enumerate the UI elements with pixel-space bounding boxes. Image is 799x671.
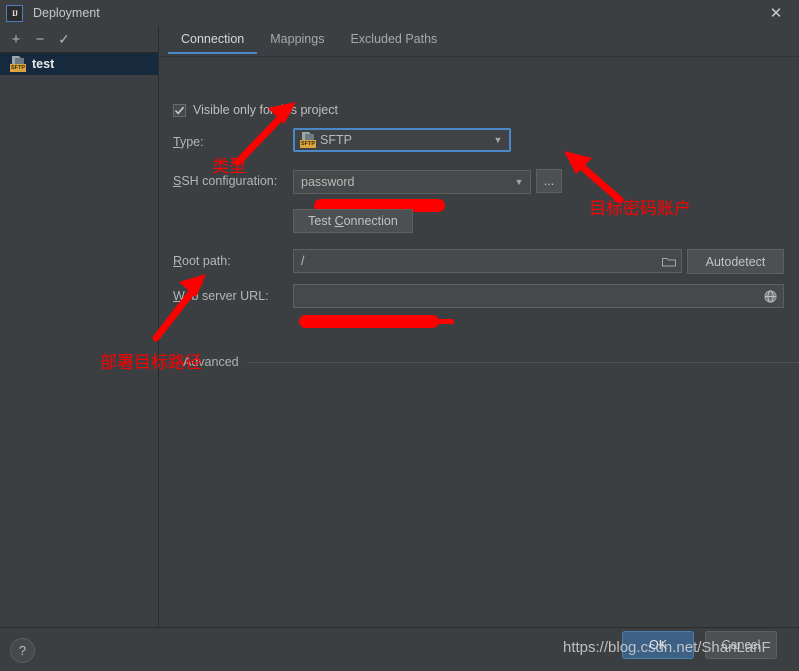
server-name-label: test xyxy=(32,57,55,71)
advanced-label: Advanced xyxy=(183,355,239,369)
type-label-wrap: Type: xyxy=(173,135,204,149)
sftp-badge-label: SFTP xyxy=(300,140,316,148)
sidebar-toolbar: + − ✓ xyxy=(0,26,158,53)
web-server-url-input[interactable] xyxy=(293,284,784,308)
tab-connection[interactable]: Connection xyxy=(168,26,258,54)
add-server-button[interactable]: + xyxy=(4,28,28,50)
check-icon: ✓ xyxy=(58,30,70,47)
plus-icon: + xyxy=(11,30,21,48)
ssh-config-label-wrap: SSH configuration: xyxy=(173,174,277,188)
ssh-configuration-value: password xyxy=(301,175,355,189)
section-divider xyxy=(246,361,799,363)
sidebar: + − ✓ SFTP test xyxy=(0,26,159,627)
advanced-section-header: Advanced xyxy=(183,355,799,369)
visible-only-label: Visible only for this project xyxy=(193,103,338,117)
sftp-icon: SFTP xyxy=(10,56,26,72)
tab-excluded-paths[interactable]: Excluded Paths xyxy=(337,26,450,53)
ellipsis-icon: ... xyxy=(543,174,555,188)
autodetect-button[interactable]: Autodetect xyxy=(687,249,784,274)
use-as-default-button[interactable]: ✓ xyxy=(52,28,76,50)
tab-mappings-label: Mappings xyxy=(270,32,325,46)
cancel-button[interactable]: Cancel xyxy=(705,631,777,659)
ssh-configuration-combobox[interactable]: password ▼ xyxy=(293,170,531,194)
close-icon[interactable]: ✕ xyxy=(753,0,799,26)
autodetect-label: Autodetect xyxy=(705,254,766,269)
test-connection-label: Test Connection xyxy=(308,214,398,228)
tab-bar: Connection Mappings Excluded Paths xyxy=(159,26,799,57)
question-mark-icon: ? xyxy=(18,643,27,658)
type-combobox[interactable]: SFTP SFTP ▼ xyxy=(293,128,511,152)
ssh-configuration-browse-button[interactable]: ... xyxy=(536,169,562,193)
type-label: Type: xyxy=(173,135,204,149)
ok-button-label: OK xyxy=(648,638,668,652)
web-server-url-label: Web server URL: xyxy=(173,289,269,303)
chevron-down-icon[interactable]: ▼ xyxy=(508,177,530,187)
chevron-down-icon[interactable]: ▼ xyxy=(487,135,509,145)
globe-icon[interactable] xyxy=(757,289,783,303)
root-path-label-wrap: Root path: xyxy=(173,254,231,268)
web-server-url-label-wrap: Web server URL: xyxy=(173,289,269,303)
app-logo-icon: IJ xyxy=(6,4,23,22)
folder-icon[interactable] xyxy=(657,256,681,267)
server-list: SFTP test xyxy=(0,53,158,75)
redaction-overlay xyxy=(299,315,439,328)
help-button[interactable]: ? xyxy=(10,638,35,663)
sftp-badge-label: SFTP xyxy=(10,64,26,72)
redaction-overlay-tail xyxy=(429,319,454,324)
tab-excluded-paths-label: Excluded Paths xyxy=(350,32,438,46)
deployment-dialog: IJ Deployment ✕ + − ✓ SFTP test Connecti… xyxy=(0,0,799,671)
window-title: Deployment xyxy=(33,6,100,20)
visible-only-checkbox[interactable] xyxy=(173,103,186,117)
ssh-configuration-label: SSH configuration: xyxy=(173,174,278,188)
minus-icon: − xyxy=(35,30,45,48)
app-logo-text: IJ xyxy=(11,8,18,18)
tab-mappings[interactable]: Mappings xyxy=(257,26,337,53)
ok-button[interactable]: OK xyxy=(622,631,694,659)
remove-server-button[interactable]: − xyxy=(28,28,52,50)
tab-connection-label: Connection xyxy=(181,32,245,46)
type-value: SFTP xyxy=(320,133,352,147)
main-panel: Connection Mappings Excluded Paths Visib… xyxy=(159,26,799,627)
root-path-value: / xyxy=(301,254,305,268)
list-item[interactable]: SFTP test xyxy=(0,53,158,75)
sftp-icon: SFTP xyxy=(300,132,316,148)
tab-underline xyxy=(159,56,799,57)
test-connection-button[interactable]: Test Connection xyxy=(293,209,413,233)
cancel-button-label: Cancel xyxy=(721,638,761,652)
root-path-input[interactable]: / xyxy=(293,249,682,273)
root-path-label: Root path: xyxy=(173,254,231,268)
title-bar: IJ Deployment ✕ xyxy=(0,0,799,27)
visible-only-checkbox-row[interactable]: Visible only for this project xyxy=(173,103,338,117)
